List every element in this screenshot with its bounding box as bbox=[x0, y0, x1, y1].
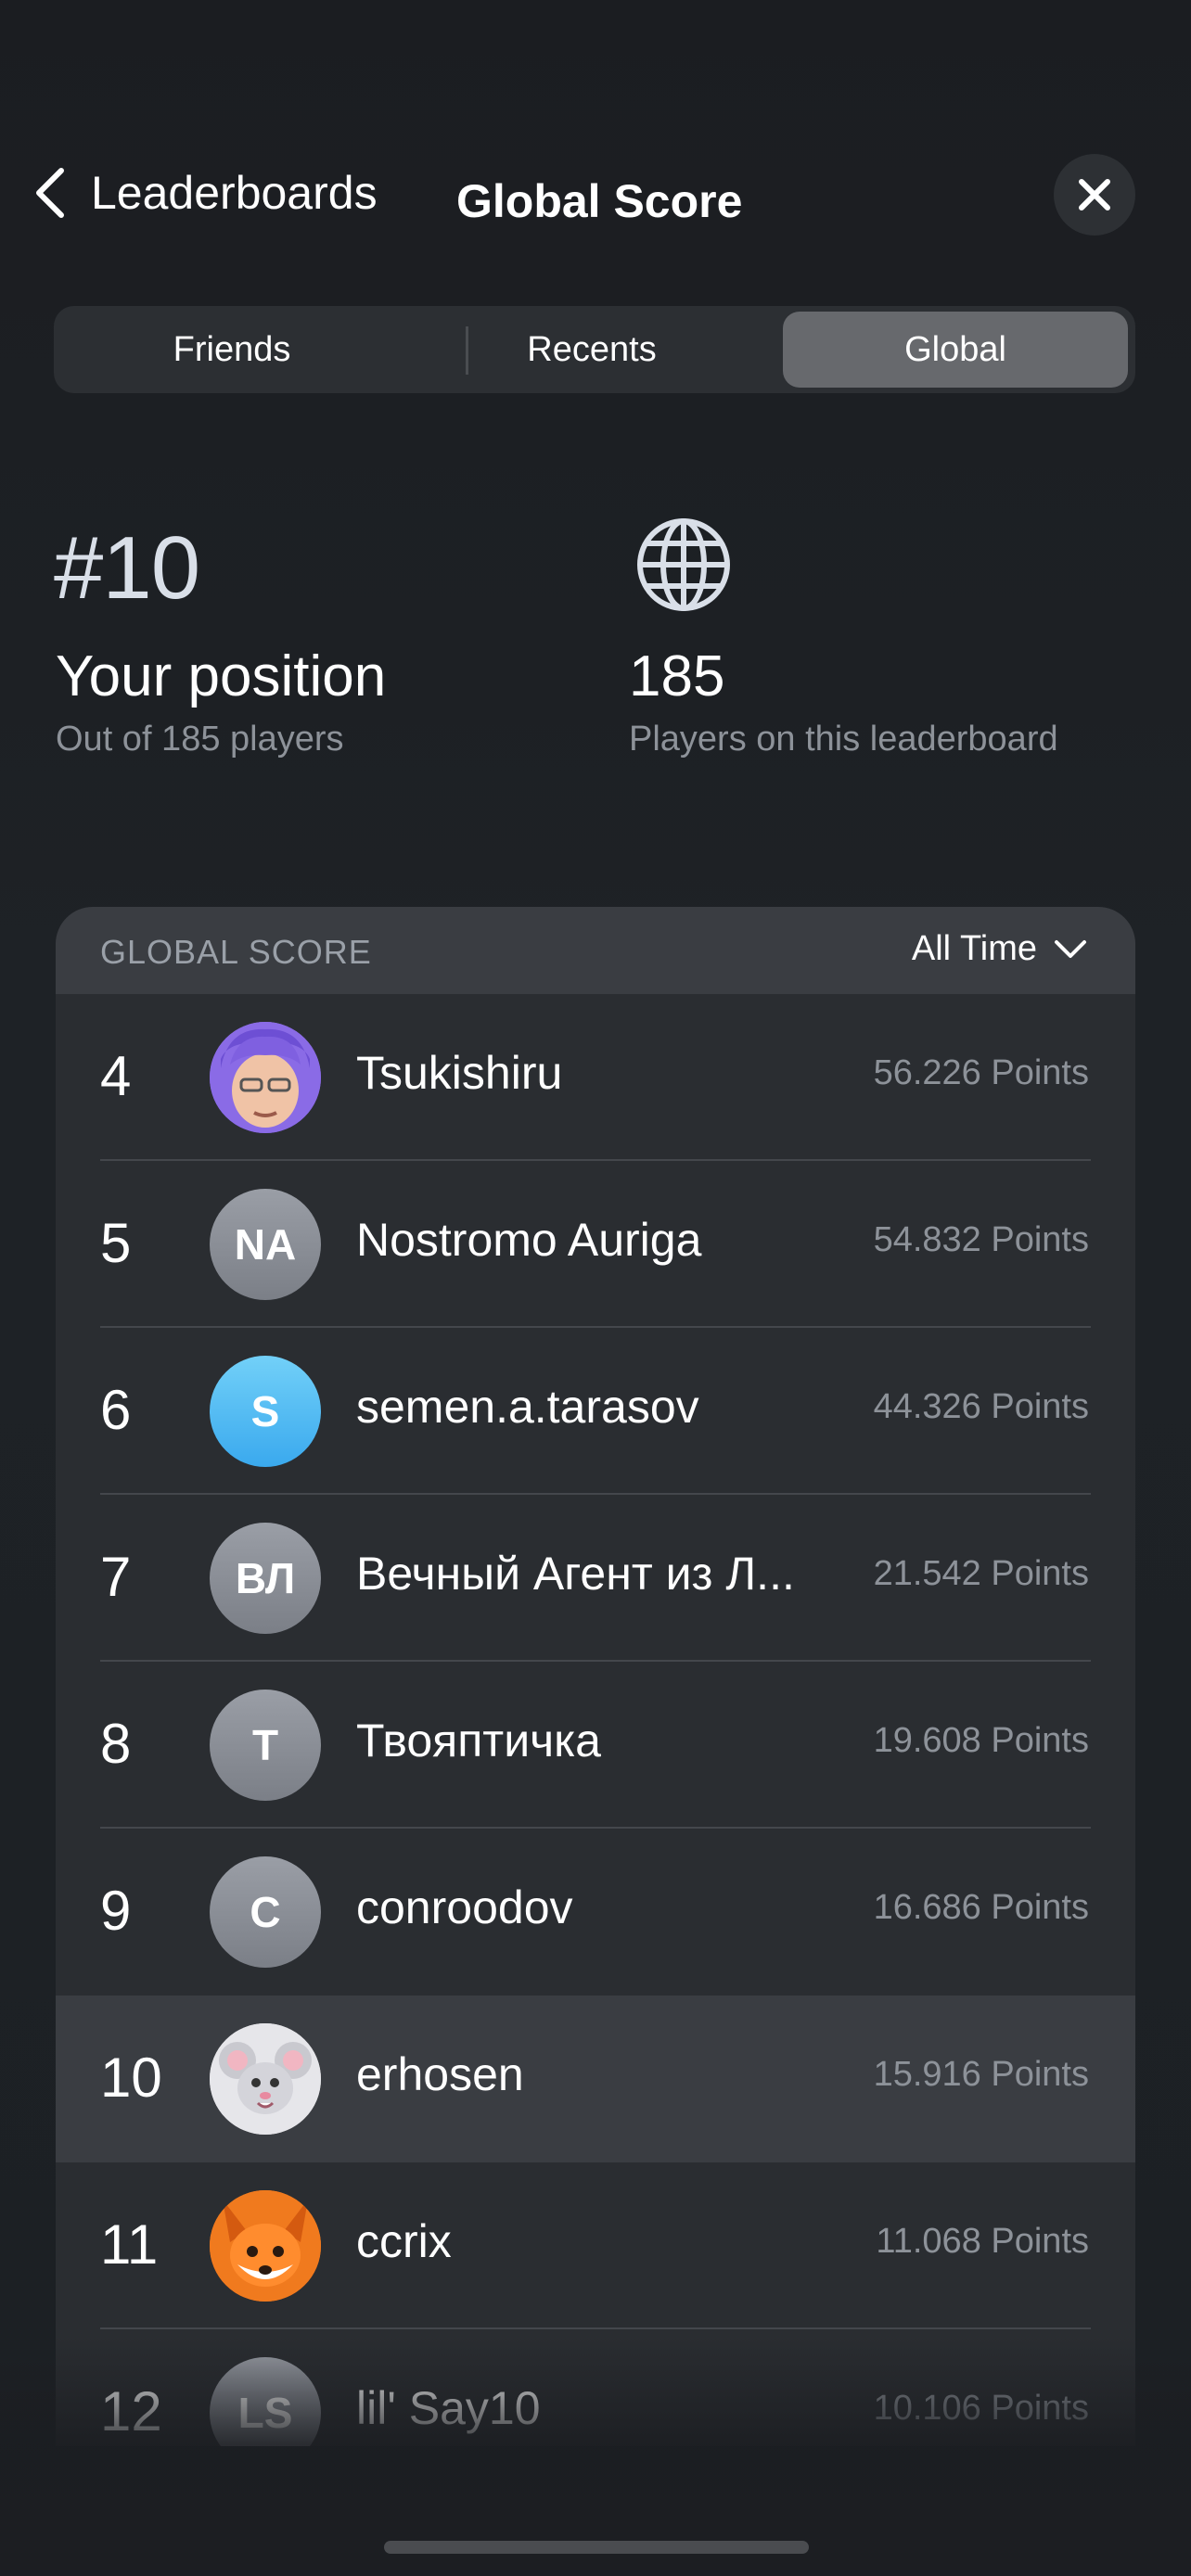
back-label: Leaderboards bbox=[91, 167, 378, 219]
row-rank: 4 bbox=[100, 1045, 132, 1107]
leaderboard-header: GLOBAL SCORE All Time bbox=[56, 907, 1135, 994]
close-button[interactable] bbox=[1054, 154, 1135, 236]
leaderboard-header-label: GLOBAL SCORE bbox=[100, 933, 372, 971]
row-points: 21.542 Points bbox=[873, 1554, 1089, 1593]
row-rank: 12 bbox=[100, 2380, 162, 2442]
nav-header: Leaderboards Global Score bbox=[0, 148, 1191, 237]
leaderboard-row[interactable]: 7 ВЛ Вечный Агент из Л... 21.542 Points bbox=[56, 1495, 1135, 1662]
avatar bbox=[210, 2023, 321, 2135]
home-indicator[interactable] bbox=[384, 2541, 809, 2554]
time-filter-label: All Time bbox=[911, 929, 1037, 968]
row-points: 15.916 Points bbox=[873, 2055, 1089, 2094]
position-label: Your position bbox=[56, 644, 387, 708]
tab-recents[interactable]: Recents bbox=[419, 312, 764, 388]
row-points: 11.068 Points bbox=[876, 2222, 1089, 2261]
row-points: 44.326 Points bbox=[873, 1387, 1089, 1426]
row-rank: 7 bbox=[100, 1546, 132, 1608]
avatar: NA bbox=[210, 1189, 321, 1300]
mouse-avatar-icon bbox=[210, 2023, 321, 2135]
row-points: 19.608 Points bbox=[873, 1721, 1089, 1760]
fox-avatar-icon bbox=[210, 2190, 321, 2302]
back-button[interactable]: Leaderboards bbox=[33, 165, 378, 221]
chevron-down-icon bbox=[1055, 939, 1086, 958]
close-icon bbox=[1079, 179, 1110, 210]
row-name: lil' Say10 bbox=[356, 2382, 541, 2434]
avatar: LS bbox=[210, 2357, 321, 2446]
row-name: Nostromo Auriga bbox=[356, 1214, 702, 1266]
globe-icon bbox=[637, 518, 730, 611]
leaderboard-row[interactable]: 6 S semen.a.tarasov 44.326 Points bbox=[56, 1328, 1135, 1495]
row-points: 54.832 Points bbox=[873, 1220, 1089, 1259]
row-rank: 10 bbox=[100, 2047, 162, 2109]
player-count-subtitle: Players on this leaderboard bbox=[629, 720, 1058, 759]
row-name: ccrix bbox=[356, 2215, 452, 2267]
row-name: Твояптичка bbox=[356, 1715, 601, 1766]
row-name: semen.a.tarasov bbox=[356, 1381, 699, 1433]
leaderboard-row[interactable]: 12 LS lil' Say10 10.106 Points bbox=[56, 2329, 1135, 2446]
row-points: 16.686 Points bbox=[873, 1888, 1089, 1927]
avatar: C bbox=[210, 1856, 321, 1968]
avatar: S bbox=[210, 1356, 321, 1467]
avatar: T bbox=[210, 1690, 321, 1801]
row-points: 56.226 Points bbox=[873, 1053, 1089, 1092]
avatar bbox=[210, 1022, 321, 1133]
memoji-avatar-icon bbox=[210, 1022, 321, 1133]
avatar: ВЛ bbox=[210, 1523, 321, 1634]
leaderboard-row[interactable]: 8 T Твояптичка 19.608 Points bbox=[56, 1662, 1135, 1829]
leaderboard-card: GLOBAL SCORE All Time 4 Tsukishiru 56.22… bbox=[56, 907, 1135, 2446]
row-name: conroodov bbox=[356, 1881, 573, 1933]
leaderboard-row[interactable]: 5 NA Nostromo Auriga 54.832 Points bbox=[56, 1161, 1135, 1328]
position-rank: #10 bbox=[54, 518, 200, 618]
time-filter-dropdown[interactable]: All Time bbox=[912, 929, 1087, 969]
page-title: Global Score bbox=[456, 175, 743, 227]
leaderboard-row[interactable]: 11 ccrix 11.068 Points bbox=[56, 2162, 1135, 2329]
row-rank: 8 bbox=[100, 1713, 132, 1775]
player-count: 185 bbox=[629, 644, 725, 708]
row-name: erhosen bbox=[356, 2048, 524, 2100]
leaderboard-row[interactable]: 4 Tsukishiru 56.226 Points bbox=[56, 994, 1135, 1161]
leaderboard-row-current-user[interactable]: 10 erhosen 15.916 Points bbox=[56, 1996, 1135, 2162]
row-name: Вечный Агент из Л... bbox=[356, 1548, 795, 1600]
tab-global[interactable]: Global bbox=[783, 312, 1128, 388]
row-points: 10.106 Points bbox=[873, 2389, 1089, 2428]
scope-segmented-control: Friends Recents Global bbox=[54, 306, 1135, 393]
row-name: Tsukishiru bbox=[356, 1047, 563, 1099]
leaderboard-row[interactable]: 9 C conroodov 16.686 Points bbox=[56, 1829, 1135, 1996]
row-rank: 11 bbox=[100, 2213, 159, 2276]
chevron-left-icon bbox=[36, 168, 64, 218]
avatar bbox=[210, 2190, 321, 2302]
row-rank: 5 bbox=[100, 1212, 132, 1274]
position-subtitle: Out of 185 players bbox=[56, 720, 344, 759]
row-rank: 6 bbox=[100, 1379, 132, 1441]
row-rank: 9 bbox=[100, 1880, 132, 1942]
tab-friends[interactable]: Friends bbox=[59, 312, 404, 388]
leaderboard-list: 4 Tsukishiru 56.226 Points 5 NA Nostromo… bbox=[56, 994, 1135, 2446]
